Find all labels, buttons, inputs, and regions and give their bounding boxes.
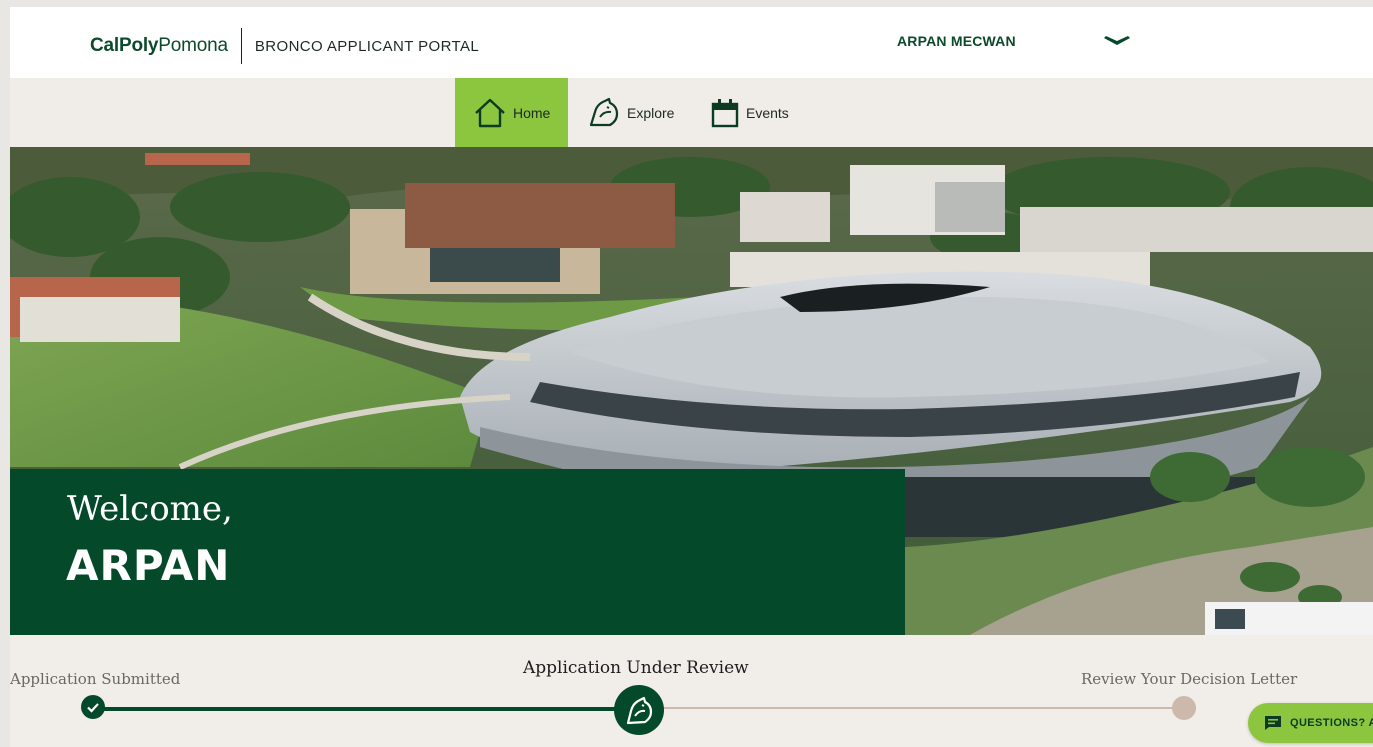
logo-bold-text: CalPoly bbox=[90, 35, 159, 56]
top-header: CalPolyPomona BRONCO APPLICANT PORTAL AR… bbox=[10, 7, 1373, 78]
welcome-panel: Welcome, ARPAN bbox=[10, 469, 905, 635]
main-nav: Home Explore Events bbox=[10, 78, 1373, 147]
step-dot-under-review bbox=[614, 685, 664, 735]
step-dot-decision-letter bbox=[1172, 696, 1196, 720]
calendar-icon bbox=[711, 98, 739, 127]
nav-explore-label: Explore bbox=[627, 104, 675, 121]
brand-divider bbox=[240, 28, 242, 64]
welcome-name: ARPAN bbox=[66, 541, 231, 590]
step-dot-submitted bbox=[81, 695, 105, 719]
nav-home-label: Home bbox=[513, 104, 551, 121]
cal-poly-pomona-logo[interactable]: CalPolyPomona bbox=[90, 35, 228, 57]
bronco-icon bbox=[626, 696, 653, 725]
checkmark-icon bbox=[87, 703, 99, 713]
application-progress: Application Submitted Application Under … bbox=[10, 635, 1373, 747]
questions-chat-button[interactable]: QUESTIONS? AS bbox=[1248, 703, 1373, 743]
brand: CalPolyPomona BRONCO APPLICANT PORTAL bbox=[90, 28, 479, 64]
logo-light-text: Pomona bbox=[158, 35, 228, 56]
nav-events[interactable]: Events bbox=[708, 78, 789, 147]
bronco-icon bbox=[589, 97, 619, 126]
nav-explore[interactable]: Explore bbox=[585, 78, 674, 147]
step-label-decision-letter: Review Your Decision Letter bbox=[1081, 670, 1298, 688]
chat-icon bbox=[1265, 716, 1281, 730]
progress-track-upcoming bbox=[634, 707, 1186, 709]
page-frame: CalPolyPomona BRONCO APPLICANT PORTAL AR… bbox=[10, 7, 1373, 747]
hero-banner: Welcome, ARPAN bbox=[10, 147, 1373, 635]
questions-label: QUESTIONS? AS bbox=[1290, 717, 1373, 729]
user-menu-button[interactable] bbox=[1102, 34, 1132, 48]
portal-title: BRONCO APPLICANT PORTAL bbox=[254, 37, 480, 55]
step-label-under-review: Application Under Review bbox=[523, 658, 749, 678]
home-icon bbox=[475, 98, 505, 127]
user-name[interactable]: ARPAN MECWAN bbox=[897, 33, 1016, 49]
nav-events-label: Events bbox=[746, 104, 789, 121]
step-label-submitted: Application Submitted bbox=[10, 670, 181, 688]
progress-track-complete bbox=[94, 707, 634, 711]
chevron-down-icon bbox=[1104, 36, 1130, 45]
nav-home[interactable]: Home bbox=[455, 78, 568, 147]
welcome-greeting: Welcome, bbox=[67, 489, 233, 529]
